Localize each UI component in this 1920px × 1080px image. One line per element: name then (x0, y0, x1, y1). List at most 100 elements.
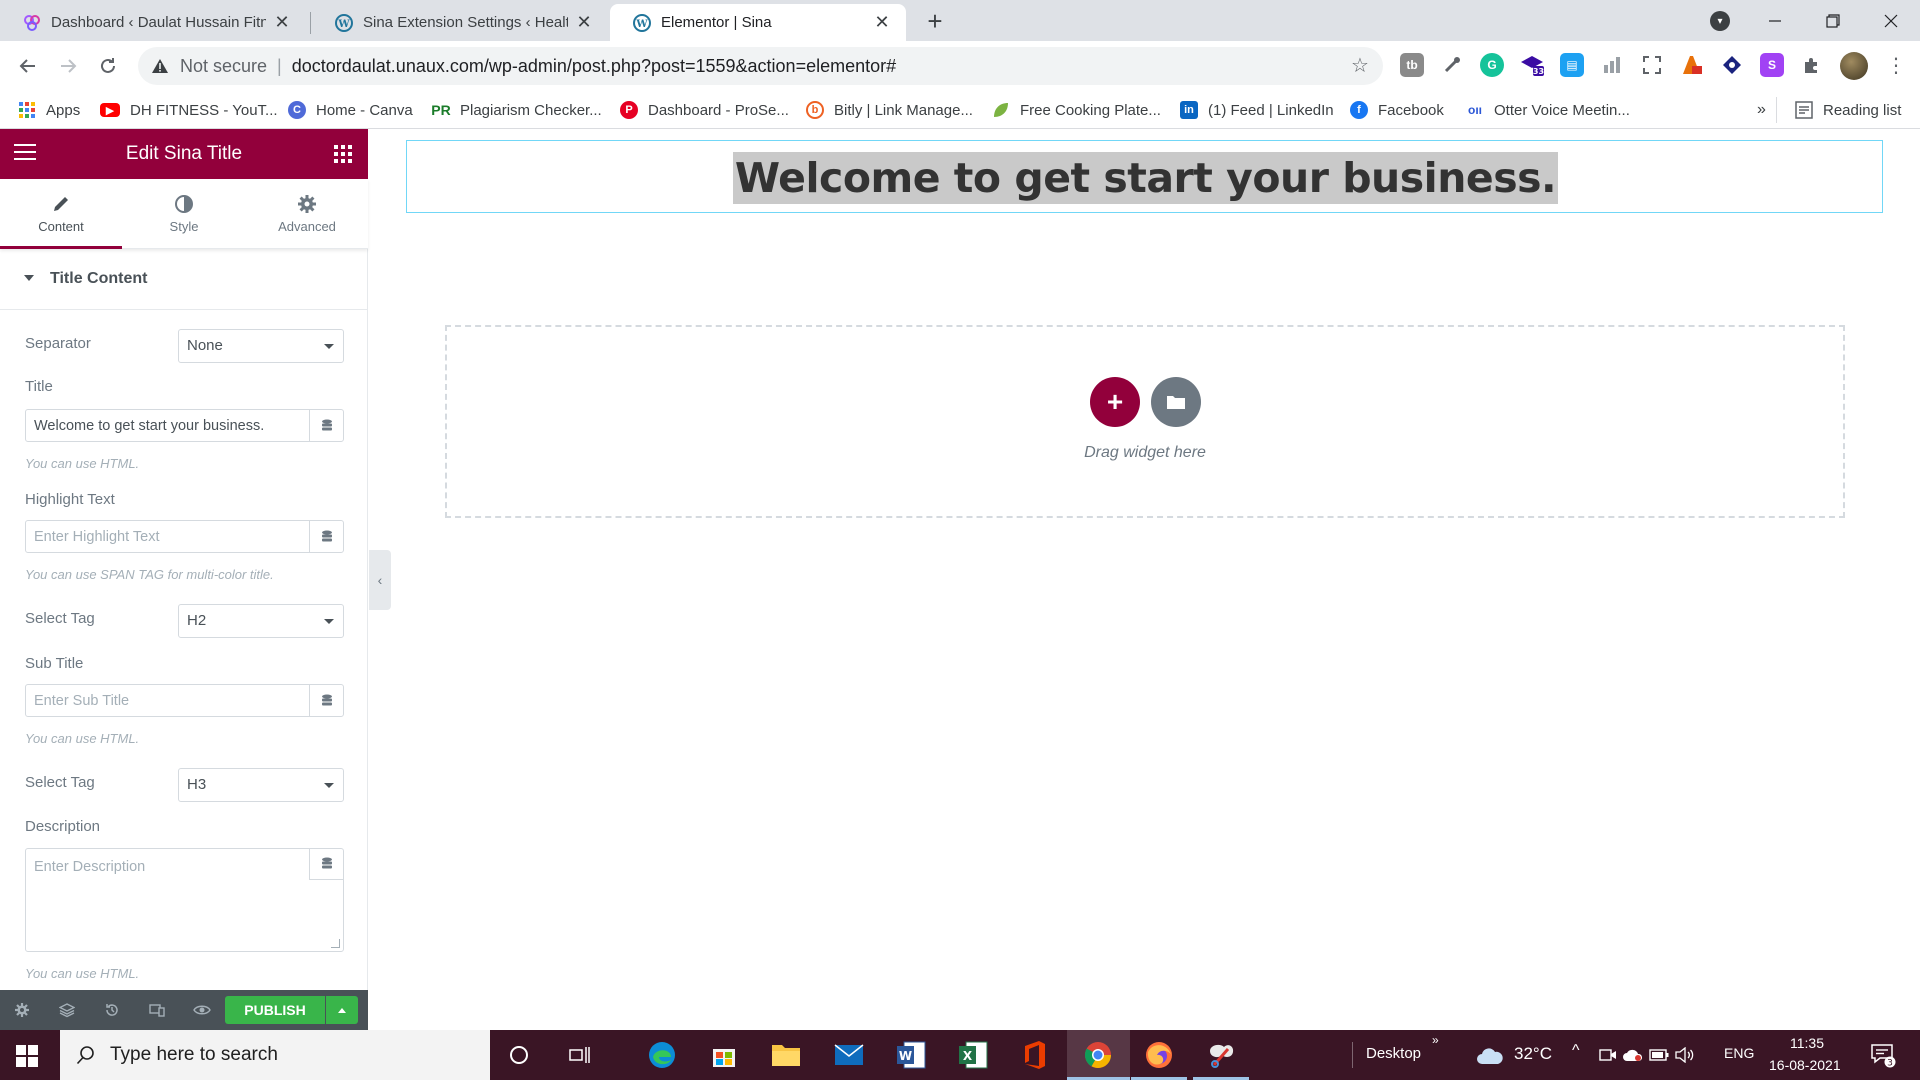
new-tab-button[interactable]: + (921, 8, 949, 36)
dynamic-tags-icon[interactable] (309, 410, 343, 441)
bookmark-linkedin[interactable]: in (1) Feed | LinkedIn (1180, 99, 1334, 121)
onedrive-icon[interactable] (1622, 1039, 1644, 1071)
close-tab-icon[interactable]: ✕ (872, 12, 892, 33)
responsive-mode-icon[interactable] (148, 1001, 166, 1019)
windows-start-icon[interactable] (16, 1045, 38, 1067)
tab-advanced[interactable]: Advanced (246, 179, 368, 249)
notification-center-icon[interactable]: 3 (1868, 1039, 1898, 1071)
s-extension-icon[interactable]: S (1760, 53, 1784, 77)
bookmark-canva[interactable]: C Home - Canva (288, 99, 413, 121)
bookmark-facebook[interactable]: f Facebook (1350, 99, 1444, 121)
widgets-grid-icon[interactable] (334, 145, 352, 163)
bookmark-youtube[interactable]: ▶ DH FITNESS - YouT... (100, 99, 278, 121)
url-text[interactable]: doctordaulat.unaux.com/wp-admin/post.php… (292, 56, 896, 77)
publish-options-chevron-up-icon[interactable] (326, 996, 358, 1024)
minimize-button[interactable] (1747, 0, 1803, 41)
publish-button[interactable]: PUBLISH (225, 996, 325, 1024)
input-language[interactable]: ENG (1724, 1045, 1754, 1061)
word-icon[interactable]: W (895, 1039, 927, 1071)
sub-title-tag-select[interactable]: H3 (178, 768, 344, 802)
page-headline[interactable]: Welcome to get start your business. (732, 151, 1559, 204)
firefox-icon[interactable] (1143, 1039, 1175, 1071)
close-tab-icon[interactable]: ✕ (272, 12, 292, 33)
address-bar[interactable]: Not secure | doctordaulat.unaux.com/wp-a… (138, 47, 1383, 85)
bookmark-prose[interactable]: P Dashboard - ProSe... (620, 99, 789, 121)
cortana-circle-icon[interactable] (503, 1039, 535, 1071)
section-title-content[interactable]: Title Content (0, 250, 368, 310)
eyedropper-icon[interactable] (1440, 53, 1464, 77)
mail-icon[interactable] (833, 1039, 865, 1071)
dictionary-extension-icon[interactable]: ▤ (1560, 53, 1584, 77)
tab-style[interactable]: Style (123, 179, 245, 249)
tab-search-icon[interactable]: ▾ (1710, 11, 1730, 31)
widget-drop-zone[interactable]: + Drag widget here (445, 325, 1845, 518)
tab-elementor[interactable]: W Elementor | Sina ✕ (610, 4, 906, 41)
title-tag-select[interactable]: H2 (178, 604, 344, 638)
warning-triangle-icon[interactable] (150, 56, 170, 76)
show-hidden-icons-chevron-up-icon[interactable]: ^ (1572, 1042, 1580, 1060)
battery-icon[interactable] (1648, 1039, 1670, 1071)
bookmark-apps[interactable]: Apps (18, 99, 80, 121)
forward-arrow-icon[interactable] (53, 51, 83, 81)
more-menu-icon[interactable]: ⋮ (1886, 54, 1906, 78)
edge-browser-icon[interactable] (646, 1039, 678, 1071)
sub-title-input[interactable]: Enter Sub Title (25, 684, 344, 717)
highlight-input[interactable]: Enter Highlight Text (25, 520, 344, 553)
excel-icon[interactable]: X (957, 1039, 989, 1071)
clock-time[interactable]: 11:35 (1790, 1035, 1824, 1051)
office-icon[interactable] (1019, 1039, 1051, 1071)
separator-select[interactable]: None (178, 329, 344, 363)
resize-grip-icon[interactable] (331, 939, 340, 948)
desktop-toolbar-label[interactable]: Desktop (1366, 1045, 1421, 1062)
graduation-cap-icon[interactable]: 33 (1520, 53, 1544, 77)
description-textarea[interactable]: Enter Description (25, 848, 344, 952)
tab-content[interactable]: Content (0, 179, 122, 249)
history-icon[interactable] (103, 1001, 121, 1019)
preview-eye-icon[interactable] (193, 1001, 211, 1019)
weather-cloud-icon[interactable] (1474, 1040, 1506, 1072)
navigator-layers-icon[interactable] (58, 1001, 76, 1019)
extension-tb-icon[interactable]: tb (1400, 53, 1424, 77)
tab-dashboard[interactable]: Dashboard ‹ Daulat Hussain Fitne ✕ (0, 4, 306, 41)
dynamic-tags-icon[interactable] (309, 685, 343, 716)
back-arrow-icon[interactable] (13, 51, 43, 81)
expand-arrows-icon[interactable] (1640, 53, 1664, 77)
reading-list-button[interactable]: Reading list (1795, 99, 1901, 121)
bookmark-bitly[interactable]: b Bitly | Link Manage... (806, 99, 973, 121)
add-section-button[interactable]: + (1090, 377, 1140, 427)
close-tab-icon[interactable]: ✕ (574, 12, 594, 33)
sina-title-widget[interactable]: Welcome to get start your business. (406, 140, 1883, 213)
task-view-icon[interactable] (564, 1039, 596, 1071)
bookmark-star-icon[interactable]: ☆ (1349, 55, 1371, 77)
reload-icon[interactable] (93, 51, 123, 81)
bookmark-plagiarism[interactable]: PR Plagiarism Checker... (431, 99, 601, 121)
meet-now-icon[interactable] (1598, 1039, 1618, 1071)
diamond-icon[interactable] (1720, 53, 1744, 77)
settings-gear-icon[interactable] (13, 1001, 31, 1019)
bookmarks-overflow-button[interactable]: » (1757, 99, 1766, 121)
profile-avatar[interactable] (1840, 52, 1868, 80)
font-pro-icon[interactable] (1680, 53, 1704, 77)
dynamic-tags-icon[interactable] (309, 849, 343, 880)
clock-date[interactable]: 16-08-2021 (1769, 1057, 1841, 1073)
bookmark-cooking[interactable]: Free Cooking Plate... (992, 99, 1161, 121)
close-window-button[interactable] (1863, 0, 1919, 41)
snip-sketch-icon[interactable] (1205, 1039, 1237, 1071)
volume-icon[interactable] (1674, 1039, 1696, 1071)
file-explorer-icon[interactable] (770, 1039, 802, 1071)
dynamic-tags-icon[interactable] (309, 521, 343, 552)
chrome-icon[interactable] (1082, 1039, 1114, 1071)
title-input[interactable]: Welcome to get start your business. (25, 409, 344, 442)
bookmark-otter[interactable]: oıı Otter Voice Meetin... (1466, 99, 1630, 121)
template-library-folder-icon[interactable] (1151, 377, 1201, 427)
puzzle-extensions-icon[interactable] (1800, 53, 1824, 77)
bar-chart-icon[interactable] (1600, 53, 1624, 77)
desktop-toolbar-chevron-icon[interactable]: » (1432, 1033, 1439, 1047)
taskbar-search-input[interactable]: Type here to search (60, 1030, 490, 1080)
temperature[interactable]: 32°C (1514, 1044, 1552, 1064)
collapse-panel-chevron-left-icon[interactable]: ‹ (369, 550, 391, 610)
microsoft-store-icon[interactable] (708, 1039, 740, 1071)
restore-button[interactable] (1805, 0, 1861, 41)
tab-sina-settings[interactable]: W Sina Extension Settings ‹ Health & ✕ (312, 4, 608, 41)
grammarly-icon[interactable]: G (1480, 53, 1504, 77)
